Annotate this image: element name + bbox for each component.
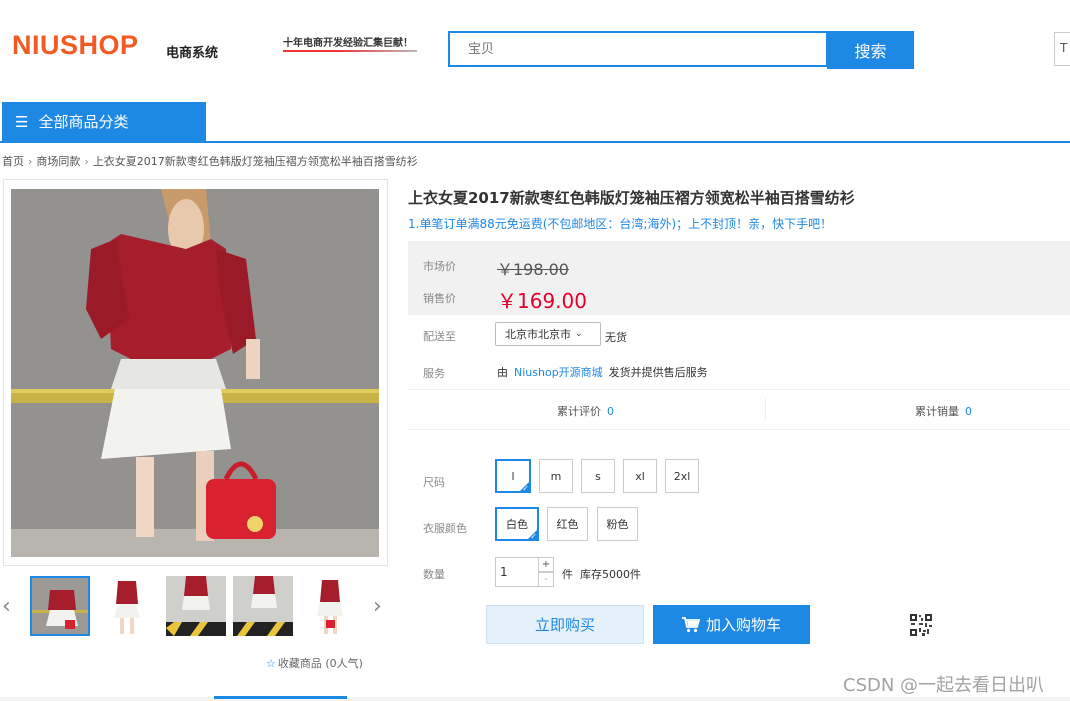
bottom-divider xyxy=(0,697,1070,701)
size-option-2xl[interactable]: 2xl xyxy=(665,459,699,493)
size-option-m[interactable]: m xyxy=(539,459,573,493)
slogan: 十年电商开发经验汇集巨献！ xyxy=(283,38,413,49)
breadcrumb: 首页 › 商场同款 › 上衣女夏2017新款枣红色韩版灯笼袖压褶方领宽松半袖百搭雪纺衫 xyxy=(2,153,418,169)
stats-divider-mid xyxy=(765,398,766,420)
product-title: 上衣女夏2017新款枣红色韩版灯笼袖压褶方领宽松半袖百搭雪纺衫 xyxy=(408,189,855,207)
quantity-unit-stock: 件 库存5000件 xyxy=(562,566,641,582)
logo-subtitle: 电商系统 xyxy=(166,46,219,61)
cart-icon xyxy=(681,616,700,632)
quantity-decrease-button[interactable]: - xyxy=(538,572,554,587)
thumbnail-3[interactable] xyxy=(166,576,226,636)
buy-now-button[interactable]: 立即购买 xyxy=(486,605,644,644)
chevron-right-icon: › xyxy=(28,155,33,168)
size-option-xl[interactable]: xl xyxy=(623,459,657,493)
quantity-input[interactable]: 1 xyxy=(495,557,539,587)
breadcrumb-current: 上衣女夏2017新款枣红色韩版灯笼袖压褶方领宽松半袖百搭雪纺衫 xyxy=(92,155,418,168)
qr-code-icon[interactable] xyxy=(910,614,932,636)
ship-region-value: 北京市北京市 xyxy=(505,328,571,341)
all-categories-tab[interactable]: ☰ 全部商品分类 xyxy=(2,102,206,141)
quantity-increase-button[interactable]: + xyxy=(538,557,554,572)
top-right-menu[interactable]: T xyxy=(1054,32,1070,66)
service-shop-link[interactable]: Niushop开源商城 xyxy=(514,366,603,379)
menu-icon: ☰ xyxy=(15,112,29,131)
chevron-right-icon: › xyxy=(84,155,89,168)
size-option-s[interactable]: s xyxy=(581,459,615,493)
search-button[interactable]: 搜索 xyxy=(827,31,914,69)
sale-price: ￥169.00 xyxy=(497,289,587,313)
star-icon: ☆ xyxy=(266,657,276,670)
search-box xyxy=(448,31,828,67)
stats-divider-top xyxy=(408,389,1070,390)
size-option-label: xl xyxy=(635,469,645,483)
color-option-label: 红色 xyxy=(556,518,579,531)
slogan-underline xyxy=(283,50,417,52)
breadcrumb-category[interactable]: 商场同款 xyxy=(36,155,80,168)
add-to-cart-button[interactable]: 加入购物车 xyxy=(653,605,810,644)
ship-region-select[interactable]: 北京市北京市 ⌄ xyxy=(495,322,601,346)
quantity-label: 数量 xyxy=(423,568,445,581)
service-suffix: 发货并提供售后服务 xyxy=(608,366,708,379)
logo[interactable]: NIUSHOP xyxy=(12,30,139,61)
sales-count: 累计销量 0 xyxy=(915,403,972,419)
favorite-link[interactable]: ☆ 收藏商品 (0人气) xyxy=(266,655,363,671)
stock-text: 库存5000件 xyxy=(580,568,641,581)
check-icon: ✓ xyxy=(522,484,529,493)
size-label: 尺码 xyxy=(423,476,445,489)
size-option-label: 2xl xyxy=(673,469,691,483)
stock-state: 无货 xyxy=(605,331,627,344)
color-option-red[interactable]: 红色 xyxy=(547,507,588,541)
review-count-value: 0 xyxy=(607,405,614,418)
thumbnail-next-arrow[interactable]: › xyxy=(373,594,382,619)
service-prefix: 由 xyxy=(497,366,508,379)
thumbnail-5[interactable] xyxy=(300,576,360,636)
color-option-white[interactable]: 白色 ✓ xyxy=(495,507,539,541)
stats-divider-bottom xyxy=(408,429,1070,430)
sales-count-label: 累计销量 xyxy=(915,405,959,418)
service-text: 由 Niushop开源商城 发货并提供售后服务 xyxy=(497,364,708,380)
favorite-label: 收藏商品 (0人气) xyxy=(277,657,363,670)
product-main-image[interactable] xyxy=(11,189,379,557)
color-option-label: 白色 xyxy=(506,518,528,531)
watermark: CSDN @一起去看日出叭 xyxy=(843,675,1045,696)
thumbnail-prev-arrow[interactable]: ‹ xyxy=(2,594,11,619)
sale-price-label: 销售价 xyxy=(423,292,456,305)
add-to-cart-label: 加入购物车 xyxy=(705,616,781,634)
size-option-label: l xyxy=(511,469,515,483)
bottom-tab-indicator xyxy=(214,696,347,699)
search-input[interactable] xyxy=(450,33,826,65)
sales-count-value: 0 xyxy=(965,405,972,418)
thumbnail-2[interactable] xyxy=(98,576,158,636)
review-count[interactable]: 累计评价 0 xyxy=(557,403,614,419)
nav-divider xyxy=(0,141,1070,143)
size-option-l[interactable]: l ✓ xyxy=(495,459,531,493)
size-option-label: m xyxy=(550,469,562,483)
check-icon: ✓ xyxy=(530,532,537,541)
chevron-down-icon: ⌄ xyxy=(575,329,583,339)
market-price: ￥198.00 xyxy=(497,260,569,279)
quantity-unit: 件 xyxy=(562,568,573,581)
color-option-label: 粉色 xyxy=(606,518,629,531)
size-option-label: s xyxy=(595,469,601,483)
ship-to-label: 配送至 xyxy=(423,330,456,343)
color-option-pink[interactable]: 粉色 xyxy=(597,507,638,541)
all-categories-label: 全部商品分类 xyxy=(38,113,129,131)
color-label: 衣服颜色 xyxy=(423,522,467,535)
thumbnail-4[interactable] xyxy=(233,576,293,636)
market-price-label: 市场价 xyxy=(423,260,456,273)
service-label: 服务 xyxy=(423,367,445,380)
thumbnail-1[interactable] xyxy=(30,576,90,636)
breadcrumb-home[interactable]: 首页 xyxy=(2,155,24,168)
promo-text: 1.单笔订单满88元免运费(不包邮地区：台湾;海外)；上不封顶！亲，快下手吧！ xyxy=(408,217,833,231)
review-count-label: 累计评价 xyxy=(557,405,601,418)
